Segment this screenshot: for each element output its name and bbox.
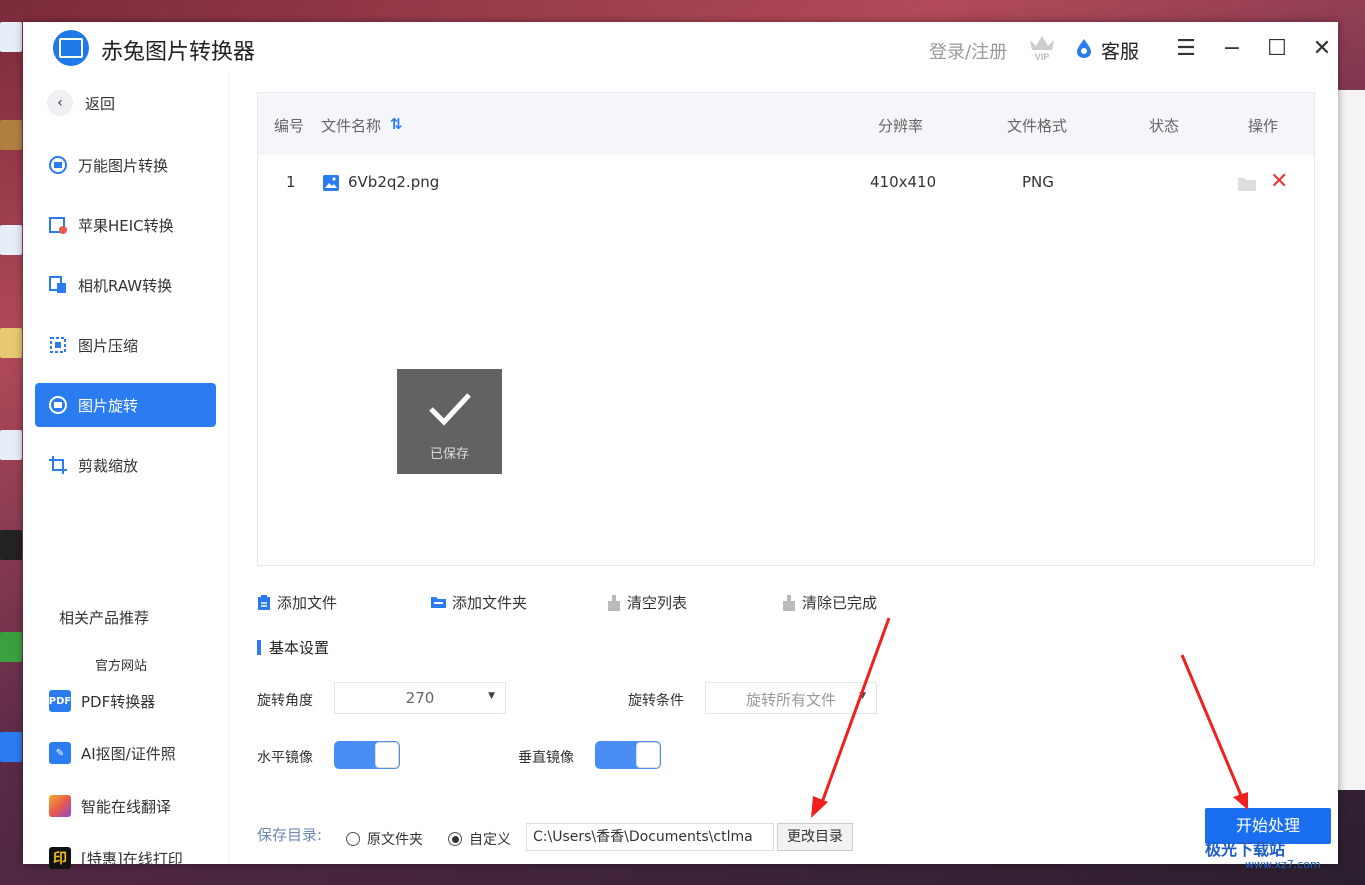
watermark-brand: 极光下载站	[1205, 840, 1286, 859]
annotation-arrows	[811, 617, 1248, 818]
watermark-url: www.xz7.com	[1245, 858, 1321, 871]
